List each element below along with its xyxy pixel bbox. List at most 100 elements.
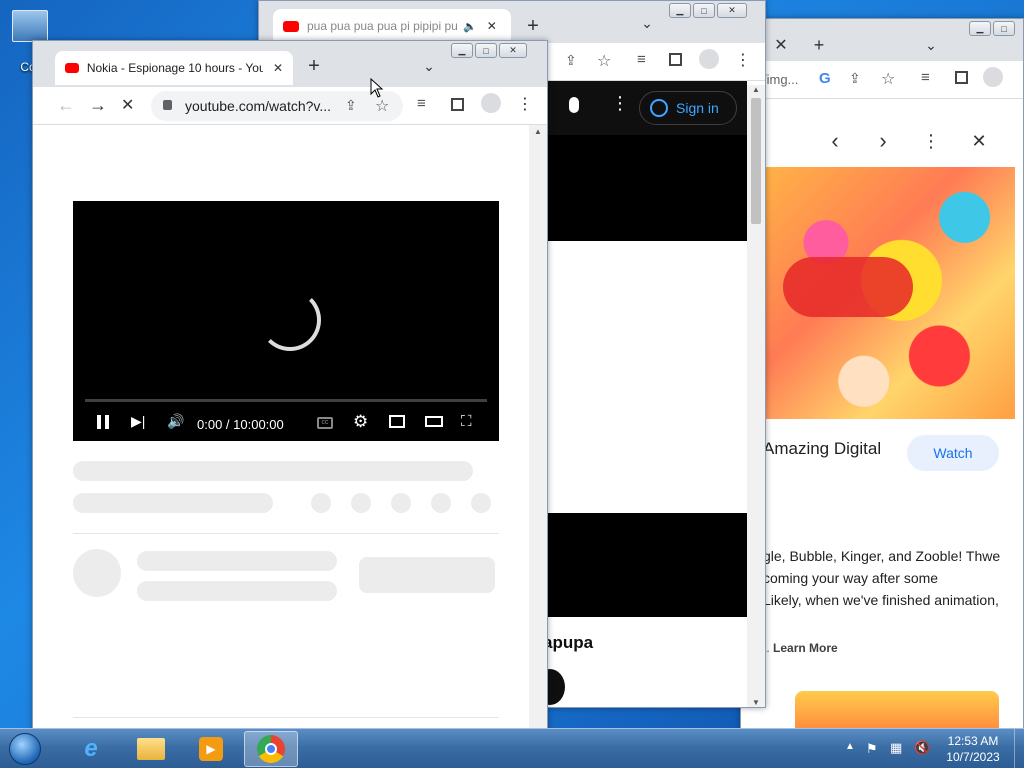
- taskbar-file-explorer[interactable]: [124, 731, 178, 767]
- address-bar-partial[interactable]: /img...: [763, 72, 798, 87]
- volume-muted-icon[interactable]: 🔇: [914, 740, 930, 756]
- minimize-button[interactable]: ▁: [969, 21, 991, 36]
- clock[interactable]: 12:53 AM 10/7/2023: [940, 733, 1006, 765]
- close-window-button[interactable]: ✕: [717, 3, 747, 18]
- scroll-up-icon[interactable]: ▲: [747, 85, 765, 94]
- network-icon[interactable]: ▦: [890, 740, 902, 756]
- maximize-button[interactable]: □: [993, 21, 1015, 36]
- side-panel-icon[interactable]: [451, 98, 464, 111]
- miniplayer-icon[interactable]: [389, 415, 405, 428]
- video-title-partial[interactable]: apupa: [543, 633, 593, 653]
- google-icon[interactable]: G: [819, 70, 831, 87]
- youtube-favicon-icon: [65, 63, 79, 73]
- chevron-down-icon[interactable]: ⌄: [637, 13, 657, 33]
- related-thumbnail[interactable]: [795, 691, 999, 729]
- star-icon[interactable]: ☆: [597, 51, 611, 71]
- action-center-icon[interactable]: ⚑: [866, 741, 878, 757]
- address-bar[interactable]: youtube.com/watch?v... ⇪ ☆: [151, 91, 403, 121]
- captions-icon[interactable]: cc: [317, 417, 333, 429]
- action-placeholder: [351, 493, 371, 513]
- tab-nokia-espionage[interactable]: Nokia - Espionage 10 hours - You ✕: [55, 51, 293, 85]
- share-icon[interactable]: ⇪: [565, 52, 577, 69]
- scrollbar[interactable]: ▲ ▼: [747, 85, 765, 707]
- side-panel-icon[interactable]: [955, 71, 968, 84]
- back-arrow-icon[interactable]: ←: [57, 95, 75, 116]
- reading-list-icon[interactable]: ≡: [921, 69, 930, 86]
- new-tab-button[interactable]: +: [523, 15, 543, 37]
- fullscreen-icon[interactable]: ⛶: [461, 413, 472, 430]
- learn-more-link[interactable]: Learn More: [773, 641, 838, 655]
- scrollbar[interactable]: ▲: [529, 125, 547, 731]
- close-tab-icon[interactable]: ✕: [771, 35, 791, 55]
- description-line: coming your way after some: [763, 570, 939, 586]
- more-options-icon[interactable]: ⋮: [921, 129, 941, 153]
- stop-loading-icon[interactable]: ✕: [121, 95, 134, 115]
- internet-explorer-icon: e: [84, 735, 98, 762]
- new-tab-button[interactable]: +: [809, 35, 829, 55]
- show-hidden-icons[interactable]: ▲: [845, 741, 855, 752]
- new-tab-button[interactable]: +: [303, 55, 325, 77]
- pause-icon[interactable]: [97, 415, 109, 429]
- profile-avatar[interactable]: [699, 49, 719, 69]
- star-icon[interactable]: ☆: [375, 96, 389, 116]
- tab-title: pua pua pua pua pi pipipi pu: [307, 19, 457, 33]
- media-player-icon: ▶: [199, 737, 223, 761]
- digital-circus-image[interactable]: [763, 167, 1015, 419]
- loading-spinner-icon: [259, 289, 321, 351]
- windows-logo-icon: [9, 733, 41, 765]
- show-desktop-button[interactable]: [1014, 729, 1024, 768]
- forward-arrow-icon[interactable]: →: [89, 95, 107, 116]
- folder-icon: [137, 738, 165, 760]
- share-icon[interactable]: ⇪: [345, 97, 357, 114]
- chevron-down-icon[interactable]: ⌄: [921, 35, 941, 55]
- tab-pua-pua[interactable]: pua pua pua pua pi pipipi pu 🔈 ✕: [273, 9, 511, 43]
- next-image-icon[interactable]: ›: [873, 128, 893, 153]
- video-player[interactable]: ▶| 🔊 0:00 / 10:00:00 cc ⚙ ⛶: [73, 201, 499, 441]
- menu-icon[interactable]: ⋮: [735, 50, 751, 70]
- close-tab-icon[interactable]: ✕: [273, 61, 283, 75]
- side-panel-icon[interactable]: [669, 53, 682, 66]
- profile-avatar[interactable]: [481, 93, 501, 113]
- chrome-icon: [257, 735, 285, 763]
- subtitle-placeholder: [73, 493, 273, 513]
- prev-image-icon[interactable]: ‹: [825, 128, 845, 153]
- progress-track[interactable]: [85, 399, 487, 402]
- star-icon[interactable]: ☆: [881, 69, 895, 89]
- close-window-button[interactable]: ✕: [499, 43, 527, 58]
- time-display: 0:00 / 10:00:00: [197, 417, 284, 432]
- menu-icon[interactable]: ⋮: [517, 94, 533, 114]
- mouse-cursor-icon: [370, 78, 384, 98]
- minimize-button[interactable]: ▁: [669, 3, 691, 18]
- reading-list-icon[interactable]: ≡: [637, 51, 646, 68]
- microphone-icon[interactable]: [569, 97, 579, 113]
- action-placeholder: [311, 493, 331, 513]
- maximize-button[interactable]: □: [475, 43, 497, 58]
- taskbar: e ▶ ▲ ⚑ ▦ 🔇 12:53 AM 10/7/2023: [0, 728, 1024, 768]
- chevron-down-icon[interactable]: ⌄: [419, 55, 439, 77]
- sign-in-button[interactable]: Sign in: [639, 91, 737, 125]
- taskbar-chrome[interactable]: [244, 731, 298, 767]
- scroll-thumb[interactable]: [751, 98, 761, 224]
- scroll-down-icon[interactable]: ▼: [747, 698, 765, 707]
- description: gle, Bubble, Kinger, and Zooble! Thwe co…: [763, 545, 1023, 611]
- taskbar-internet-explorer[interactable]: e: [64, 731, 118, 767]
- theater-mode-icon[interactable]: [425, 416, 443, 427]
- taskbar-media-player[interactable]: ▶: [184, 731, 238, 767]
- volume-icon[interactable]: 🔊: [167, 413, 184, 430]
- share-icon[interactable]: ⇪: [849, 70, 861, 87]
- next-icon[interactable]: ▶|: [131, 413, 145, 430]
- scroll-up-icon[interactable]: ▲: [529, 127, 547, 136]
- close-panel-icon[interactable]: ✕: [969, 129, 989, 153]
- start-button[interactable]: [4, 730, 46, 768]
- close-tab-icon[interactable]: ✕: [487, 19, 497, 33]
- url-text[interactable]: youtube.com/watch?v...: [185, 98, 331, 114]
- watch-button[interactable]: Watch: [907, 435, 999, 471]
- more-options-icon[interactable]: ⋮: [611, 93, 629, 114]
- settings-gear-icon[interactable]: ⚙: [353, 412, 368, 432]
- profile-avatar[interactable]: [983, 67, 1003, 87]
- tab-title: Nokia - Espionage 10 hours - You: [86, 61, 263, 75]
- divider: [73, 533, 499, 534]
- maximize-button[interactable]: □: [693, 3, 715, 18]
- minimize-button[interactable]: ▁: [451, 43, 473, 58]
- reading-list-icon[interactable]: ≡: [417, 95, 426, 112]
